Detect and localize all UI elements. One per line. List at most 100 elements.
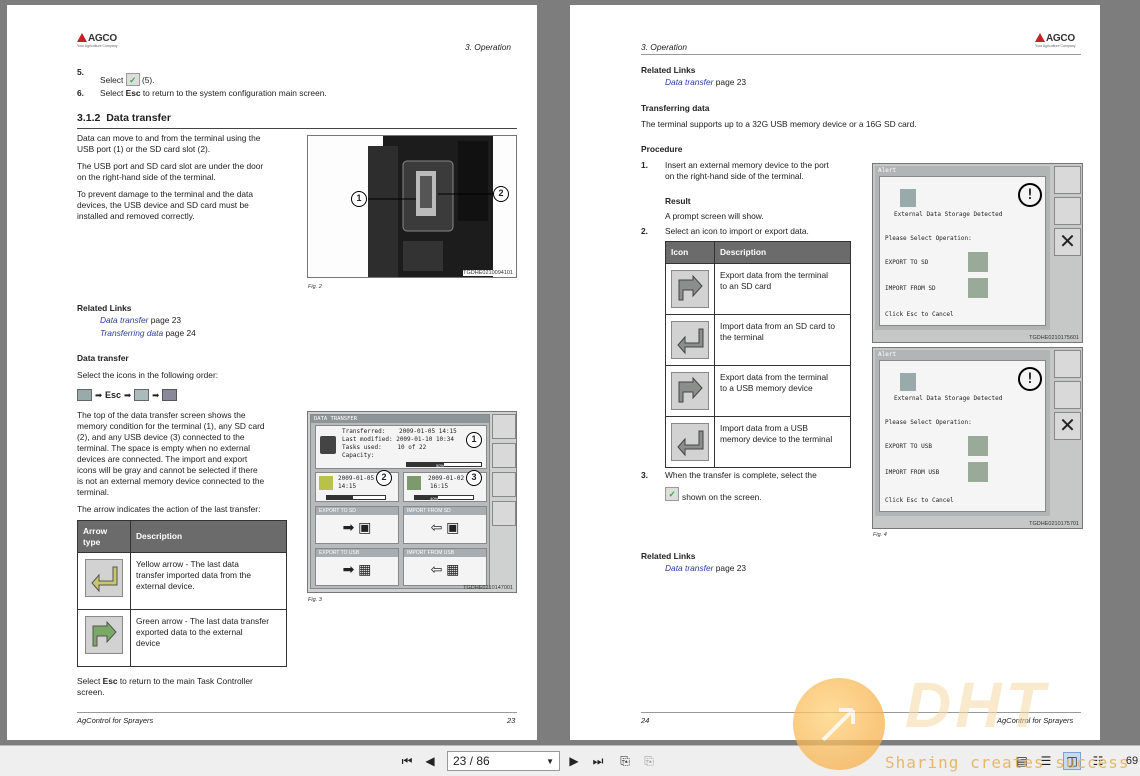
related-link-item: Data transfer page 23 xyxy=(100,315,182,325)
link-data-transfer[interactable]: Data transfer xyxy=(665,563,713,573)
related-link-item: Transferring data page 24 xyxy=(100,328,196,338)
screen-title: DATA TRANSFER xyxy=(311,415,489,423)
footer-page-number: 23 xyxy=(507,716,516,725)
alert-body: ! External Data Storage Detected Please … xyxy=(879,176,1046,326)
arrow-right-icon: ➡ xyxy=(124,389,132,400)
table-row: Export data from the terminal to a USB me… xyxy=(665,365,851,417)
usb-export-arrow-icon xyxy=(407,476,421,490)
figure-code: TGDHE0210175601 xyxy=(1029,335,1079,341)
export-option-icon[interactable] xyxy=(968,252,988,272)
callout-3: 3 xyxy=(466,470,482,486)
figure-code: TGDHE0210094101 xyxy=(463,270,513,276)
table-header: Description xyxy=(714,241,851,264)
link-transferring-data[interactable]: Transferring data xyxy=(100,328,163,338)
softkey-import-icon[interactable] xyxy=(1054,381,1081,409)
data-transfer-icon xyxy=(162,389,178,401)
green-export-arrow-icon xyxy=(85,616,123,654)
export-to-sd-icon xyxy=(671,270,709,308)
icon-sequence: ➡ Esc ➡ ➡ xyxy=(77,389,178,401)
step-number: 1. xyxy=(641,160,648,170)
softkey-export-icon[interactable] xyxy=(492,414,516,439)
cancel-x-icon[interactable]: ✕ xyxy=(1054,228,1081,256)
header-section: 3. Operation xyxy=(641,42,688,52)
step-number: 3. xyxy=(641,470,648,480)
step1-text: Insert an external memory device to the … xyxy=(665,160,829,181)
sd-import-arrow-icon xyxy=(319,476,333,490)
alert-screen: Alert ! External Data Storage Detected P… xyxy=(875,350,1050,516)
next-page-button[interactable]: ▶ xyxy=(565,752,583,770)
footer-title: AgControl for Sprayers xyxy=(77,716,154,725)
alert-softkeys: ✕ xyxy=(1054,350,1081,440)
data-transfer-screen: DATA TRANSFER Transferred: 2009-01-05 14… xyxy=(310,414,490,589)
agco-logo: AGCO Your Agriculture Company xyxy=(1035,33,1076,48)
watermark-logo-icon xyxy=(793,678,885,770)
paragraph-screen-description: The top of the data transfer screen show… xyxy=(77,410,265,497)
related-links-title: Related Links xyxy=(641,551,696,561)
figure-3-caption: Fig. 3 xyxy=(308,597,322,603)
callout-1: 1 xyxy=(466,432,482,448)
import-option-icon[interactable] xyxy=(968,462,988,482)
softkey-import-icon[interactable] xyxy=(492,443,516,468)
arrow-indication-text: The arrow indicates the action of the la… xyxy=(77,504,261,514)
softkey-export-icon[interactable] xyxy=(1054,350,1081,378)
section-rule xyxy=(77,128,517,129)
export-to-usb-button[interactable]: EXPORT TO USB ➡ ▦ xyxy=(315,548,399,586)
arrow-type-table: Arrow type Description Yellow arrow - The… xyxy=(77,520,287,667)
figure-3-screen: DATA TRANSFER Transferred: 2009-01-05 14… xyxy=(307,411,517,593)
step5-text: Select ✓ (5). xyxy=(100,73,155,86)
section-heading: 3.1.2 Data transfer xyxy=(77,112,171,124)
alert-softkeys: ✕ xyxy=(1054,166,1081,256)
agco-triangle-icon xyxy=(77,33,87,42)
alert-title: Alert xyxy=(878,167,897,174)
softkey-import-icon[interactable] xyxy=(1054,197,1081,225)
figure-code: TGDHE0210175701 xyxy=(1029,521,1079,527)
step2-text: Select an icon to import or export data. xyxy=(665,226,809,236)
table-row: Yellow arrow - The last data transfer imp… xyxy=(77,552,287,610)
figure-4-caption: Fig. 4 xyxy=(873,532,887,538)
green-arrow-description: Green arrow - The last data transfer expo… xyxy=(136,616,269,648)
figure-code: TGDHE0210147001 xyxy=(463,585,513,591)
export-option-icon[interactable] xyxy=(968,436,988,456)
page-number-field[interactable]: 23 / 86 ▼ xyxy=(447,751,560,771)
watermark-tagline: Sharing creates success xyxy=(885,753,1130,772)
last-page-button[interactable]: ⏭ xyxy=(589,752,607,770)
import-option-icon[interactable] xyxy=(968,278,988,298)
table-header: Icon xyxy=(665,241,715,264)
cancel-x-icon[interactable]: ✕ xyxy=(1054,412,1081,440)
document-viewport[interactable]: AGCO Your Agriculture Company 3. Operatio… xyxy=(0,0,1140,745)
watermark-text: DHT xyxy=(905,669,1049,741)
softkey-import-icon[interactable] xyxy=(492,501,516,526)
link-data-transfer[interactable]: Data transfer xyxy=(665,77,713,87)
export-arrow-icon: ➡ ▦ xyxy=(342,561,372,577)
export-to-sd-button[interactable]: EXPORT TO SD ➡ ▣ xyxy=(315,506,399,544)
import-from-sd-button[interactable]: IMPORT FROM SD ⇦ ▣ xyxy=(403,506,487,544)
go-forward-view-button[interactable]: ⎘ xyxy=(640,752,658,770)
page-24: 3. Operation AGCO Your Agriculture Compan… xyxy=(570,5,1100,740)
previous-page-button[interactable]: ◀ xyxy=(421,752,439,770)
skip-end-icon: ⏭ xyxy=(592,753,604,768)
footer-rule xyxy=(77,712,517,713)
softkey-export-icon[interactable] xyxy=(492,472,516,497)
step-number: 6. xyxy=(77,88,84,98)
figure-2-caption: Fig. 2 xyxy=(308,284,322,290)
page-23: AGCO Your Agriculture Company 3. Operatio… xyxy=(7,5,537,740)
go-back-view-button[interactable]: ⎘ xyxy=(616,752,634,770)
paragraph-ports: Data can move to and from the terminal u… xyxy=(77,133,261,154)
esc-key-label: Esc xyxy=(105,389,122,400)
first-page-button[interactable]: ⏮ xyxy=(398,752,416,770)
yellow-arrow-description: Yellow arrow - The last data transfer imp… xyxy=(136,559,251,591)
memory-chip-icon xyxy=(320,436,336,454)
softkey-export-icon[interactable] xyxy=(1054,166,1081,194)
link-data-transfer[interactable]: Data transfer xyxy=(100,315,148,325)
callout-2: 2 xyxy=(493,186,509,202)
step6-text: Select Esc to return to the system confi… xyxy=(100,88,327,98)
agco-logo: AGCO Your Agriculture Company xyxy=(77,33,118,48)
folder-icon xyxy=(77,389,92,401)
arrow-right-icon: ➡ xyxy=(95,389,103,400)
import-from-usb-button[interactable]: IMPORT FROM USB ⇦ ▦ xyxy=(403,548,487,586)
alert-body: ! External Data Storage Detected Please … xyxy=(879,360,1046,512)
icon-description-table: Icon Description Export data from the ter… xyxy=(665,241,851,468)
step-number: 5. xyxy=(77,67,84,77)
subsection-title: Data transfer xyxy=(77,353,129,363)
header-section: 3. Operation xyxy=(465,42,512,52)
